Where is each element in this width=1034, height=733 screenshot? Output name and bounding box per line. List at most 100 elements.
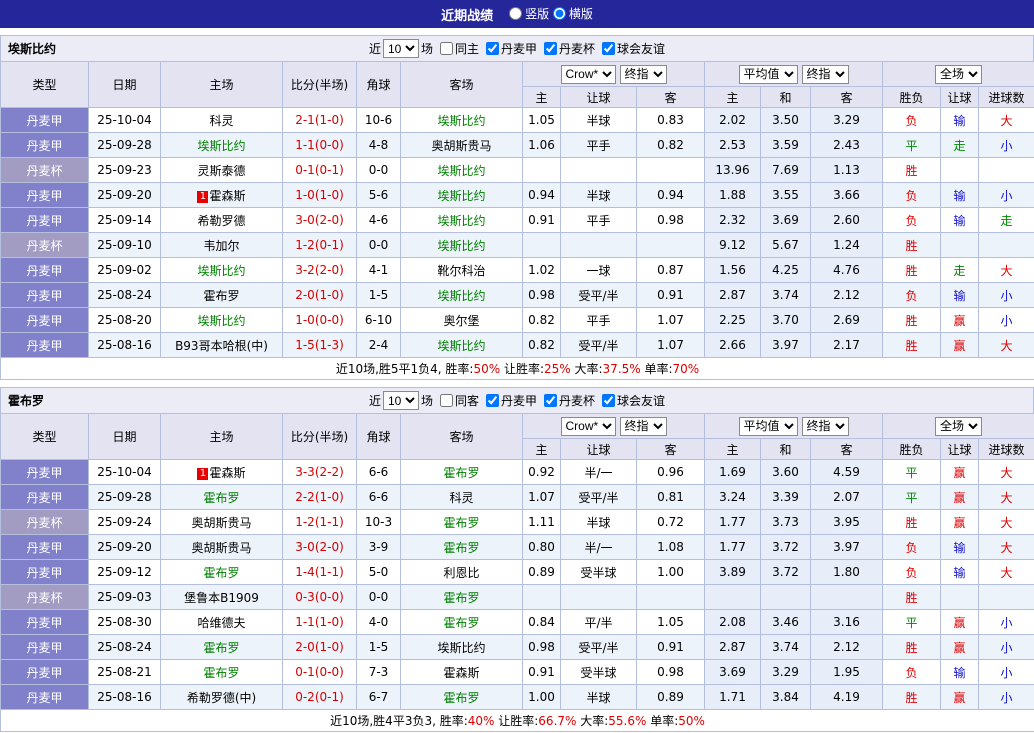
same-venue-checkbox[interactable] <box>439 42 453 55</box>
corner-cell: 5-0 <box>356 559 401 585</box>
average-odds-select[interactable]: 平均值 <box>738 416 798 436</box>
vertical-radio-icon[interactable] <box>509 7 523 20</box>
team-link[interactable]: 埃斯比约 <box>197 139 245 153</box>
competition-filter[interactable]: 丹麦杯 <box>537 392 595 409</box>
team-link[interactable]: 埃斯比约 <box>437 339 485 353</box>
topbar: 近期战绩 竖版 横版 <box>0 0 1034 28</box>
horizontal-radio-icon[interactable] <box>552 7 566 20</box>
handicap-odds-cell: 半球 <box>560 684 637 710</box>
team-link[interactable]: 霍布罗 <box>443 616 479 630</box>
result-cell: 胜 <box>882 584 942 610</box>
competition-checkbox[interactable] <box>602 42 616 55</box>
odds-stage-select[interactable]: 终指 <box>619 64 667 84</box>
team-link[interactable]: 灵斯泰德 <box>197 164 245 178</box>
odds-company-select[interactable]: Crow* <box>560 416 616 436</box>
odds-company-select[interactable]: Crow* <box>560 64 616 84</box>
same-venue-filter[interactable]: 同主 <box>433 40 479 57</box>
team-link[interactable]: 奥胡斯贵马 <box>431 139 491 153</box>
team-link[interactable]: 霍布罗 <box>203 289 239 303</box>
team-link[interactable]: 科灵 <box>449 491 473 505</box>
team-link[interactable]: 霍布罗 <box>443 591 479 605</box>
match-count-select[interactable]: 10 <box>382 39 419 58</box>
handicap-odds-cell: 受平/半 <box>560 484 637 510</box>
team-link[interactable]: 埃斯比约 <box>437 164 485 178</box>
team-link[interactable]: 埃斯比约 <box>197 264 245 278</box>
team-link[interactable]: 奥胡斯贵马 <box>191 516 251 530</box>
odds-stage-select[interactable]: 终指 <box>619 416 667 436</box>
competition-filter[interactable]: 丹麦甲 <box>479 392 537 409</box>
team-link[interactable]: 霍布罗 <box>203 566 239 580</box>
team-link[interactable]: 霍森斯 <box>209 189 245 203</box>
team-link[interactable]: 霍布罗 <box>203 491 239 505</box>
average-stage-select[interactable]: 终指 <box>801 64 849 84</box>
result-cell: 大 <box>978 534 1034 560</box>
team-link[interactable]: 奥尔堡 <box>443 314 479 328</box>
team-link[interactable]: 利恩比 <box>443 566 479 580</box>
same-venue-filter[interactable]: 同客 <box>433 392 479 409</box>
team-link[interactable]: 堡鲁本B1909 <box>184 591 259 605</box>
competition-filter[interactable]: 球会友谊 <box>595 392 665 409</box>
team-link[interactable]: 埃斯比约 <box>437 289 485 303</box>
competition-checkbox[interactable] <box>544 394 558 407</box>
average-odds-cell: 3.70 <box>760 307 811 333</box>
team-link[interactable]: 霍布罗 <box>443 466 479 480</box>
team-link[interactable]: 霍布罗 <box>443 541 479 555</box>
result-cell: 走 <box>978 207 1034 233</box>
team-link[interactable]: 霍森斯 <box>443 666 479 680</box>
competition-checkbox[interactable] <box>486 394 499 407</box>
team-link[interactable]: 哈维德夫 <box>197 616 245 630</box>
sub-column-header: 让球 <box>940 86 980 108</box>
team-link[interactable]: 科灵 <box>209 114 233 128</box>
result-cell: 平 <box>882 484 942 510</box>
team-link[interactable]: 希勒罗德 <box>197 214 245 228</box>
handicap-odds-cell: 半球 <box>560 509 637 535</box>
team-link[interactable]: 霍布罗 <box>443 516 479 530</box>
scope-select[interactable]: 全场 <box>935 64 983 84</box>
team-link[interactable]: 埃斯比约 <box>437 641 485 655</box>
competition-checkbox[interactable] <box>544 42 558 55</box>
result-cell: 走 <box>940 132 980 158</box>
average-odds-cell: 2.12 <box>809 634 884 660</box>
match-count-select[interactable]: 10 <box>382 391 419 410</box>
score-cell: 0-3(0-0) <box>282 584 357 610</box>
competition-filter[interactable]: 球会友谊 <box>595 40 665 57</box>
team-link[interactable]: 埃斯比约 <box>197 314 245 328</box>
team-link[interactable]: 奥胡斯贵马 <box>191 541 251 555</box>
same-venue-checkbox[interactable] <box>439 394 453 407</box>
handicap-odds-cell: 0.80 <box>522 534 561 560</box>
team-link[interactable]: 霍布罗 <box>443 691 479 705</box>
team-link[interactable]: 埃斯比约 <box>437 114 485 128</box>
average-odds-cell: 3.97 <box>760 332 811 358</box>
team-link[interactable]: 霍布罗 <box>203 641 239 655</box>
layout-vertical-option[interactable]: 竖版 <box>509 5 549 22</box>
average-odds-select[interactable]: 平均值 <box>738 64 798 84</box>
competition-filter[interactable]: 丹麦甲 <box>479 40 537 57</box>
team-link[interactable]: 韦加尔 <box>203 239 239 253</box>
handicap-odds-cell: 平手 <box>560 132 637 158</box>
column-header: 日期 <box>88 413 161 460</box>
scope-select[interactable]: 全场 <box>935 416 983 436</box>
team-link[interactable]: 埃斯比约 <box>437 189 485 203</box>
rank-badge: 1 <box>197 467 209 480</box>
match-row: 丹麦杯 25-09-03 堡鲁本B1909 0-3(0-0) 0-0 霍布罗 胜 <box>0 584 1034 610</box>
away-team-cell: 埃斯比约 <box>400 157 523 183</box>
competition-checkbox[interactable] <box>486 42 499 55</box>
average-stage-select[interactable]: 终指 <box>801 416 849 436</box>
team-link[interactable]: 埃斯比约 <box>437 214 485 228</box>
corner-cell: 4-0 <box>356 609 401 635</box>
filter-controls: 近 10 场 同客 丹麦甲 丹麦杯 球会友谊 <box>369 391 665 410</box>
result-cell: 胜 <box>882 257 942 283</box>
team-link[interactable]: B93哥本哈根(中) <box>175 339 268 353</box>
team-link[interactable]: 希勒罗德(中) <box>187 691 256 705</box>
team-link[interactable]: 霍布罗 <box>203 666 239 680</box>
layout-horizontal-option[interactable]: 横版 <box>552 5 593 22</box>
team-link[interactable]: 埃斯比约 <box>437 239 485 253</box>
handicap-odds-cell: 0.91 <box>636 282 705 308</box>
column-header: 客场 <box>400 61 523 108</box>
competition-checkbox[interactable] <box>602 394 616 407</box>
result-cell: 大 <box>978 459 1034 485</box>
team-link[interactable]: 霍森斯 <box>209 466 245 480</box>
average-odds-cell: 2.32 <box>704 207 761 233</box>
competition-filter[interactable]: 丹麦杯 <box>537 40 595 57</box>
team-link[interactable]: 靴尔科治 <box>437 264 485 278</box>
